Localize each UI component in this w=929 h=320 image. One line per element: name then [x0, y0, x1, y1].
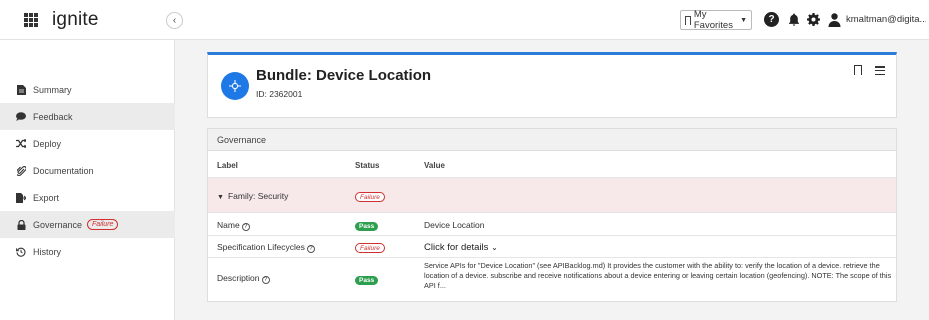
sidebar-item-label: Documentation [33, 165, 94, 176]
governance-title: Governance [208, 129, 896, 151]
bell-icon[interactable] [786, 12, 801, 27]
help-circle-icon[interactable]: ? [261, 276, 270, 284]
sidebar-item-label: Feedback [33, 111, 73, 122]
sidebar-item-label: Deploy [33, 138, 62, 149]
export-icon [16, 192, 26, 203]
sidebar-item-governance[interactable]: Governance Failure [0, 211, 175, 238]
details-link-text: Click for details [424, 242, 489, 253]
governance-card: Governance Label Status Value ▼ Family: S… [207, 128, 897, 302]
sidebar-item-label: Summary [33, 84, 72, 95]
sidebar-item-history[interactable]: History [0, 238, 175, 265]
page-title: Bundle: Device Location [256, 67, 432, 84]
paperclip-icon [16, 165, 26, 176]
hamburger-menu-icon[interactable] [875, 66, 885, 75]
bookmark-icon [685, 15, 691, 25]
collapse-sidebar-button[interactable]: ‹ [166, 12, 183, 29]
sidebar-item-deploy[interactable]: Deploy [0, 130, 175, 157]
description-text: Service APIs for "Device Location" (see … [424, 261, 892, 291]
help-circle-icon[interactable]: ? [306, 245, 315, 253]
family-security-row[interactable]: ▼ Family: Security Failure [208, 178, 896, 213]
row-label: Description? [217, 273, 270, 284]
shuffle-icon [16, 139, 26, 149]
bundle-header-card: Bundle: Device Location ID: 2362001 [207, 52, 897, 118]
family-label: ▼ Family: Security [217, 191, 288, 201]
table-row: Description? Pass Service APIs for "Devi… [208, 258, 896, 298]
app-logo[interactable]: ignite [52, 9, 99, 31]
sidebar-item-summary[interactable]: Summary [0, 76, 175, 103]
bundle-location-icon [221, 72, 249, 100]
row-label: Name? [217, 220, 250, 231]
table-row: Specification Lifecycles? Failure Click … [208, 236, 896, 258]
pass-badge: Pass [355, 222, 379, 231]
row-status: Pass [355, 274, 379, 285]
family-name: Family: Security [227, 191, 289, 201]
bundle-id: ID: 2362001 [256, 89, 303, 99]
pass-badge: Pass [355, 276, 379, 285]
help-icon[interactable]: ? [764, 12, 779, 27]
sidebar-item-export[interactable]: Export [0, 184, 175, 211]
sidebar-item-label: Governance [33, 219, 83, 230]
failure-badge: Failure [355, 192, 385, 202]
table-header-row: Label Status Value [208, 151, 896, 178]
failure-badge: Failure [355, 243, 385, 253]
app-grid-icon[interactable] [24, 13, 38, 27]
bookmark-icon[interactable] [854, 65, 862, 75]
family-status: Failure [355, 191, 385, 202]
user-name[interactable]: kmaltman@digita... [846, 14, 926, 25]
sidebar-item-label: Export [33, 192, 60, 203]
column-header-status: Status [355, 161, 380, 170]
row-label-text: Specification Lifecycles [217, 242, 305, 252]
click-for-details-link[interactable]: Click for details ⌄ [424, 242, 498, 253]
row-label-text: Description [217, 273, 260, 283]
row-status: Pass [355, 220, 379, 231]
sidebar: Summary Feedback Deploy Documentation Ex… [0, 40, 175, 320]
sidebar-nav: Summary Feedback Deploy Documentation Ex… [0, 76, 175, 265]
row-label-text: Name [217, 220, 240, 230]
row-value: Device Location [424, 220, 485, 230]
gear-icon[interactable] [806, 12, 821, 27]
lock-icon [16, 219, 26, 230]
comment-icon [16, 112, 26, 122]
row-label: Specification Lifecycles? [217, 242, 315, 253]
chevron-down-icon: ⌄ [491, 243, 498, 252]
sidebar-item-feedback[interactable]: Feedback [0, 103, 175, 130]
top-bar: ignite My Favorites ▼ ? kmaltman@digita.… [0, 0, 929, 40]
row-status: Failure [355, 242, 385, 253]
column-header-value: Value [424, 161, 445, 170]
sidebar-item-documentation[interactable]: Documentation [0, 157, 175, 184]
caret-down-icon: ▼ [740, 16, 747, 24]
my-favorites-button[interactable]: My Favorites ▼ [680, 9, 752, 31]
chevron-left-icon: ‹ [172, 15, 177, 26]
governance-failure-badge: Failure [87, 219, 119, 230]
user-avatar-icon[interactable] [827, 12, 842, 27]
document-icon [16, 84, 26, 95]
help-circle-icon[interactable]: ? [241, 223, 250, 231]
chevron-down-icon[interactable]: ▼ [217, 194, 224, 201]
table-row: Name? Pass Device Location [208, 213, 896, 236]
sidebar-item-label: History [33, 246, 62, 257]
my-favorites-label: My Favorites [693, 9, 733, 31]
history-icon [16, 247, 26, 257]
column-header-label: Label [217, 161, 238, 170]
